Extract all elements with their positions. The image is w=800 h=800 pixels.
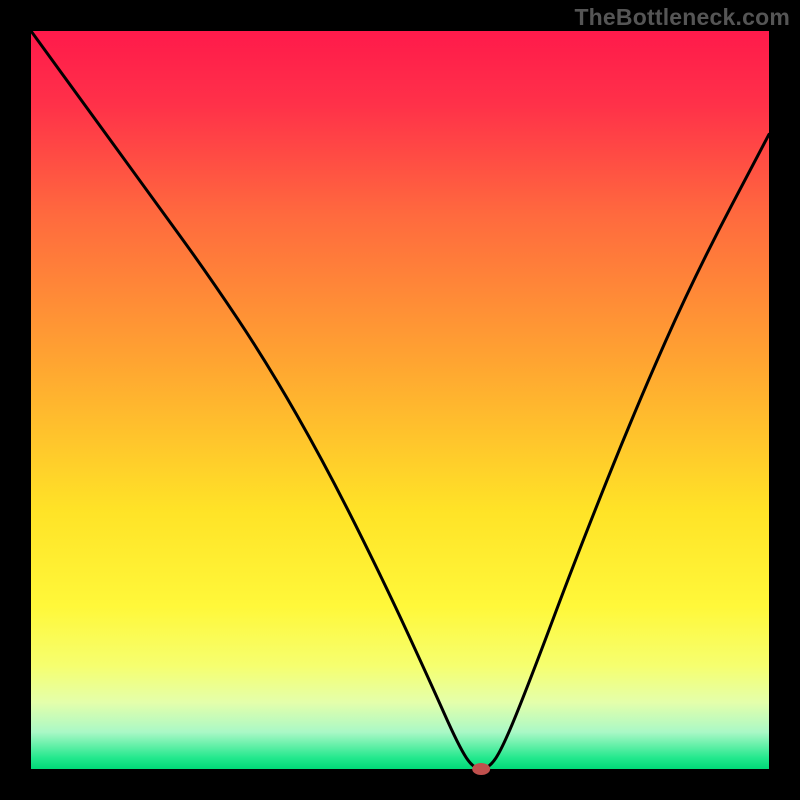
gradient-background	[31, 31, 769, 769]
chart-stage: TheBottleneck.com	[0, 0, 800, 800]
bottleneck-chart	[0, 0, 800, 800]
optimal-marker	[472, 763, 490, 775]
